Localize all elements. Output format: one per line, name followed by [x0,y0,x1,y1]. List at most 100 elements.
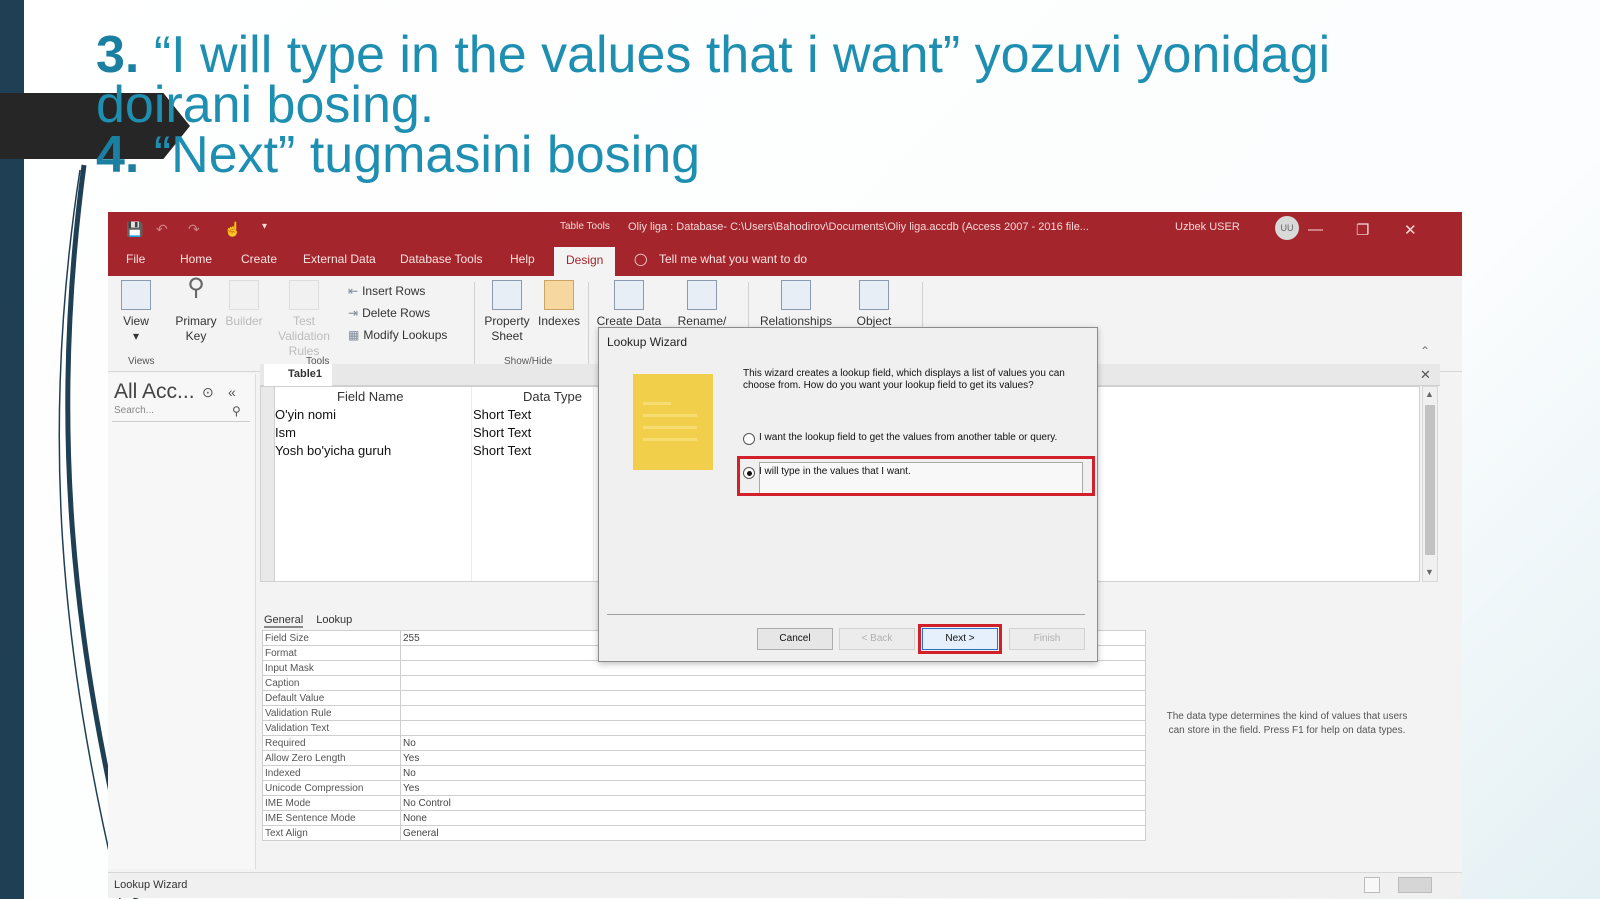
property-row[interactable]: Allow Zero Length Yes [262,750,1146,766]
tell-me-box[interactable]: Tell me what you want to do [659,252,807,266]
data-type-cell[interactable]: Short Text [473,407,531,422]
builder-button[interactable]: Builder [224,280,264,329]
property-row[interactable]: IME Sentence Mode None [262,810,1146,826]
property-row[interactable]: Required No [262,735,1146,751]
property-row[interactable]: Text Align General [262,825,1146,841]
restore-icon[interactable]: ❐ [1356,221,1369,239]
option-from-table[interactable]: I want the lookup field to get the value… [743,432,1073,445]
dialog-title: Lookup Wizard [607,335,688,349]
relationships-icon [781,280,811,310]
rename-delete-macro-button[interactable]: Rename/ [674,280,730,329]
property-row[interactable]: Indexed No [262,765,1146,781]
create-data-macros-button[interactable]: Create Data [596,280,662,329]
undo-icon[interactable]: ↶ [156,221,168,238]
field-name-cell[interactable]: Yosh bo'yicha guruh [275,443,391,458]
collapse-ribbon-icon[interactable]: ⌃ [1420,344,1430,358]
ribbon-tabs: File Home Create External Data Database … [108,243,1462,276]
property-value[interactable]: No [400,735,1146,751]
tab-database-tools[interactable]: Database Tools [400,252,483,266]
shutter-bar-collapse-icon[interactable]: « [228,384,236,400]
ribbon-separator [474,282,475,368]
back-button[interactable]: < Back [839,628,915,650]
tab-design[interactable]: Design [554,247,616,276]
property-value[interactable]: None [400,810,1146,826]
test-validation-button[interactable]: Test Validation Rules [266,280,342,359]
property-name: Text Align [262,825,401,841]
insert-rows-icon: ⇤ [348,284,359,298]
modify-lookups-button[interactable]: ▦ Modify Lookups [348,328,447,342]
touch-mode-icon[interactable]: ☝ [224,221,241,238]
property-row[interactable]: Validation Rule [262,705,1146,721]
lightbulb-icon: ◯ [634,252,648,266]
close-document-icon[interactable]: ✕ [1420,367,1431,383]
property-sheet-button[interactable]: Property Sheet [480,280,534,344]
data-type-cell[interactable]: Short Text [473,443,531,458]
property-row[interactable]: IME Mode No Control [262,795,1146,811]
view-button[interactable]: View ▾ [118,280,154,344]
property-value[interactable] [400,660,1146,676]
tab-help[interactable]: Help [510,252,535,266]
radio-from-table[interactable] [743,433,755,445]
tab-table1[interactable]: Table1 [264,364,333,386]
indexes-button[interactable]: Indexes [536,280,582,329]
user-name: Uzbek USER [1175,221,1240,233]
tab-general[interactable]: General [264,614,304,628]
tab-lookup[interactable]: Lookup [316,614,352,626]
data-type-cell[interactable]: Short Text [473,425,531,440]
design-view-icon[interactable] [1398,877,1432,893]
property-value[interactable] [400,675,1146,691]
step-number-4: 4. [96,126,140,184]
nav-menu-icon[interactable]: ⊙ [202,384,214,401]
tab-home[interactable]: Home [180,252,212,266]
relationships-button[interactable]: Relationships [756,280,836,329]
primary-key-button[interactable]: ⚲ Primary Key [172,276,220,344]
scroll-up-icon[interactable]: ▲ [1425,389,1434,399]
vertical-scrollbar[interactable]: ▲ ▼ [1422,386,1438,582]
property-value[interactable]: No Control [400,795,1146,811]
property-name: Validation Text [262,720,401,736]
save-icon[interactable]: 💾 [126,221,143,238]
search-icon[interactable]: ⚲ [232,404,241,418]
access-screenshot: 💾 ↶ ↷ ☝ ▾ Table Tools Oliy liga : Databa… [108,212,1462,898]
property-row[interactable]: Validation Text [262,720,1146,736]
scroll-down-icon[interactable]: ▼ [1425,567,1434,577]
tab-create[interactable]: Create [241,252,277,266]
property-value[interactable] [400,690,1146,706]
property-value[interactable]: No [400,765,1146,781]
redo-icon[interactable]: ↷ [188,221,200,238]
object-dependencies-button[interactable]: Object [848,280,900,329]
nav-pane-title[interactable]: All Acc... [114,380,195,404]
minimize-icon[interactable]: — [1308,221,1323,238]
property-value[interactable]: General [400,825,1146,841]
field-name-cell[interactable]: Ism [275,425,296,440]
delete-rows-button[interactable]: ⇥ Delete Rows [348,306,430,320]
rename-icon [687,280,717,310]
datasheet-view-icon[interactable] [1364,877,1380,893]
row-selector-column[interactable] [261,387,275,581]
property-value[interactable] [400,705,1146,721]
avatar[interactable]: UU [1275,216,1299,240]
wizard-description: This wizard creates a lookup field, whic… [743,368,1065,391]
field-name-cell[interactable]: O'yin nomi [275,407,336,422]
customize-qat-icon[interactable]: ▾ [262,221,267,232]
property-row[interactable]: Input Mask [262,660,1146,676]
tab-external-data[interactable]: External Data [303,252,376,266]
tab-file[interactable]: File [126,252,145,266]
finish-button[interactable]: Finish [1009,628,1085,650]
group-label-views: Views [128,356,155,367]
slide-heading: 3. “I will type in the values that i wan… [96,29,1556,181]
view-icon [121,280,151,310]
property-row[interactable]: Unicode Compression Yes [262,780,1146,796]
window-title: Oliy liga : Database- C:\Users\Bahodirov… [628,221,1089,233]
scrollbar-thumb[interactable] [1425,405,1435,555]
property-row[interactable]: Default Value [262,690,1146,706]
cancel-button[interactable]: Cancel [757,628,833,650]
property-value[interactable]: Yes [400,780,1146,796]
property-row[interactable]: Caption [262,675,1146,691]
insert-rows-button[interactable]: ⇤ Insert Rows [348,284,425,298]
nav-search-input[interactable]: Search... [112,405,250,422]
close-icon[interactable]: ✕ [1404,221,1417,239]
wizard-illustration [633,374,713,470]
property-value[interactable]: Yes [400,750,1146,766]
property-value[interactable] [400,720,1146,736]
